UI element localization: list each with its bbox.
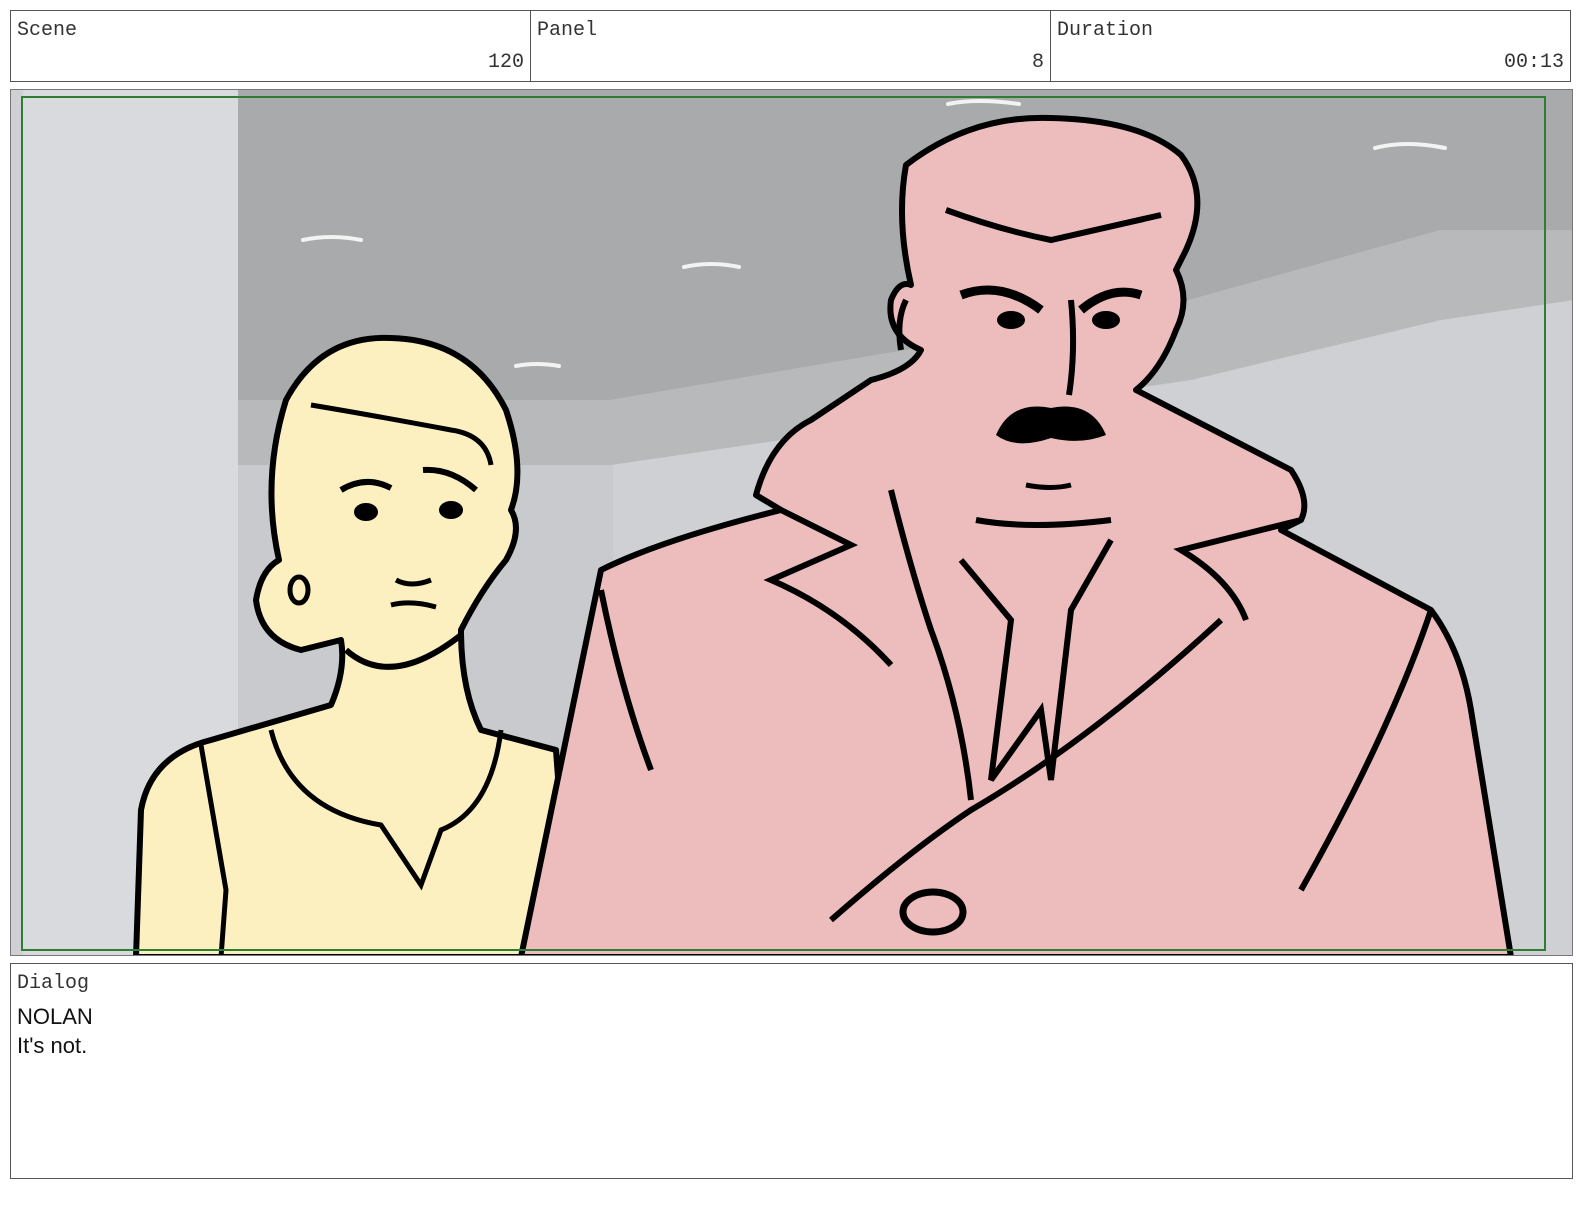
scene-label: Scene bbox=[17, 19, 78, 42]
panel-cell: Panel 8 bbox=[531, 11, 1051, 81]
storyboard-frame bbox=[10, 89, 1573, 956]
dialog-line: It's not. bbox=[17, 1033, 88, 1058]
dialog-box: Dialog NOLAN It's not. bbox=[10, 963, 1573, 1179]
panel-label: Panel bbox=[537, 19, 598, 42]
duration-value: 00:13 bbox=[1503, 51, 1564, 74]
storyboard-drawing bbox=[11, 90, 1572, 955]
duration-label: Duration bbox=[1057, 19, 1154, 42]
duration-cell: Duration 00:13 bbox=[1051, 11, 1570, 81]
scene-cell: Scene 120 bbox=[11, 11, 531, 81]
panel-header: Scene 120 Panel 8 Duration 00:13 bbox=[10, 10, 1571, 82]
dialog-character: NOLAN bbox=[17, 1004, 93, 1029]
scene-value: 120 bbox=[487, 51, 524, 74]
panel-value: 8 bbox=[1031, 51, 1044, 74]
dialog-label: Dialog bbox=[17, 972, 90, 995]
